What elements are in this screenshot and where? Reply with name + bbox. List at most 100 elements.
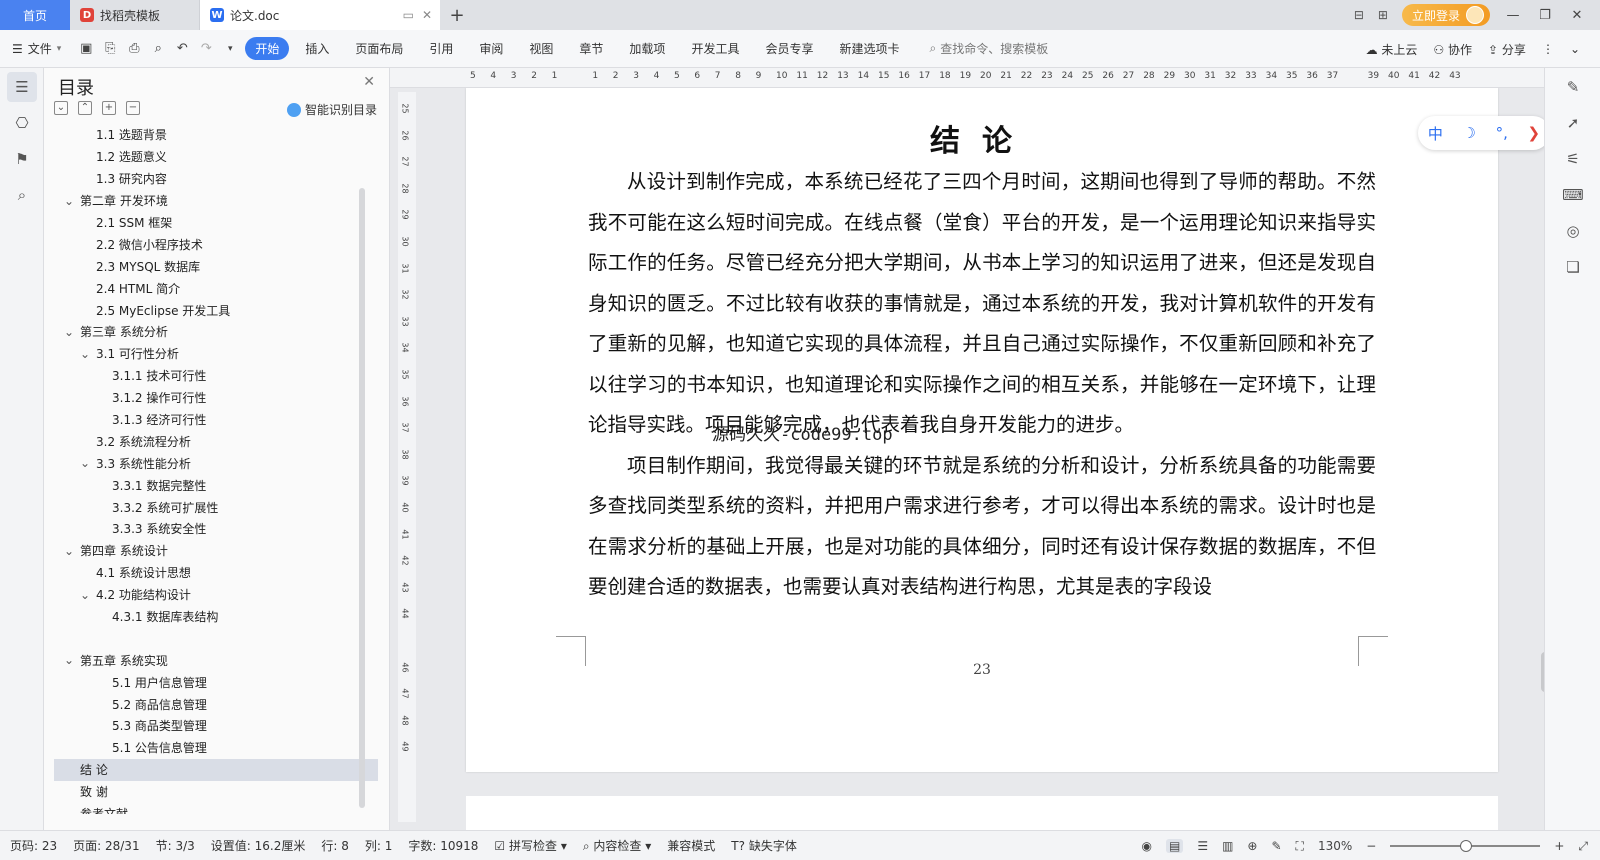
redo-icon[interactable]: ↷	[197, 40, 215, 58]
restore-icon[interactable]: ❐	[1536, 8, 1554, 23]
chevron-down-icon[interactable]: ⌄	[78, 347, 92, 361]
toc-item[interactable]: 3.1.3 经济可行性	[54, 409, 378, 431]
new-tab-button[interactable]: +	[440, 0, 474, 30]
toc-item[interactable]: 2.5 MyEclipse 开发工具	[54, 299, 378, 321]
adjust-icon[interactable]: ⚟	[1561, 150, 1585, 174]
smart-toc-button[interactable]: 智能识别目录	[286, 101, 377, 118]
toc-item[interactable]: 4.1 系统设计思想	[54, 562, 378, 584]
toc-item[interactable]: ⌄ 3.1 可行性分析	[54, 343, 378, 365]
tab-close-icon[interactable]: ✕	[422, 8, 432, 22]
zoom-in-icon[interactable]: +	[1554, 839, 1564, 853]
missing-font-button[interactable]: T? 缺失字体	[731, 837, 797, 854]
document-page[interactable]: 结论 从设计到制作完成，本系统已经花了三四个月时间，这期间也得到了导师的帮助。不…	[466, 88, 1498, 772]
collapse-ribbon-icon[interactable]: ⌄	[1570, 42, 1580, 56]
toc-item[interactable]: ⌄ 4.2 功能结构设计	[54, 584, 378, 606]
print-icon[interactable]: ⎙	[125, 40, 143, 58]
toc-item[interactable]: 4.3.1 数据库表结构	[54, 606, 378, 628]
content-check-button[interactable]: ⌕ 内容检查 ▾	[583, 837, 651, 854]
layout-icon[interactable]: ⊟	[1354, 8, 1364, 22]
document-body[interactable]: 从设计到制作完成，本系统已经花了三四个月时间，这期间也得到了导师的帮助。不然我不…	[588, 162, 1376, 608]
ime-toolbar[interactable]: 中 ☽ °, ❯	[1418, 116, 1550, 150]
zoom-level[interactable]: 130%	[1318, 839, 1352, 853]
toc-item[interactable]: 2.1 SSM 框架	[54, 212, 378, 234]
select-icon[interactable]: ➚	[1561, 114, 1585, 138]
chevron-down-icon[interactable]: ⌄	[78, 456, 92, 470]
toc-panel-icon[interactable]: ☰	[7, 72, 37, 102]
tab-new-tab[interactable]: 新建选项卡	[829, 37, 909, 60]
horizontal-ruler[interactable]: 5 4 3 2 1 1 2 3 4 5 6 7 8 9 10 11 12 13 14 15 16 17 18 19 20 21 22…	[390, 68, 1544, 88]
file-menu[interactable]: ☰ 文件 ▾	[12, 40, 61, 57]
expand-all-icon[interactable]: ⌄	[54, 101, 68, 115]
toc-item[interactable]: 5.1 公告信息管理	[54, 737, 378, 759]
chevron-down-icon[interactable]: ⌄	[62, 325, 76, 339]
chevron-down-icon[interactable]: ⌄	[78, 588, 92, 602]
export-pdf-icon[interactable]: ⎘	[101, 40, 119, 58]
more-icon[interactable]: ⋮	[1542, 42, 1554, 56]
toc-item[interactable]: 3.3.1 数据完整性	[54, 474, 378, 496]
window-close-icon[interactable]: ✕	[1568, 8, 1586, 23]
toc-item[interactable]: 参考文献	[54, 803, 378, 814]
toc-item[interactable]: 3.3.2 系统可扩展性	[54, 496, 378, 518]
toc-item[interactable]: 5.1 用户信息管理	[54, 671, 378, 693]
tab-home[interactable]: 首页	[0, 0, 70, 30]
fullscreen-icon[interactable]: ⤢	[1578, 839, 1588, 854]
toc-item[interactable]: 1.2 选题意义	[54, 146, 378, 168]
tab-insert[interactable]: 插入	[295, 37, 339, 60]
customize-toolbar-icon[interactable]: ▾	[221, 40, 239, 58]
eye-protect-icon[interactable]: ◉	[1141, 839, 1151, 853]
zoom-knob[interactable]	[1460, 840, 1473, 852]
bookmark-icon[interactable]: ⚑	[7, 144, 37, 174]
tab-references[interactable]: 引用	[419, 37, 463, 60]
chevron-down-icon[interactable]: ⌄	[62, 653, 76, 667]
find-icon[interactable]: ⌕	[7, 180, 37, 210]
tab-member[interactable]: 会员专享	[755, 37, 823, 60]
save-icon[interactable]: ▣	[77, 40, 95, 58]
tab-page-layout[interactable]: 页面布局	[345, 37, 413, 60]
toc-item[interactable]: 1.1 选题背景	[54, 124, 378, 146]
status-words[interactable]: 字数: 10918	[408, 837, 478, 854]
zoom-slider[interactable]	[1390, 840, 1541, 852]
spell-check-button[interactable]: ☑ 拼写检查 ▾	[494, 837, 566, 854]
status-page-code[interactable]: 页码: 23	[10, 837, 57, 854]
share-button[interactable]: ⇪ 分享	[1488, 41, 1526, 58]
write-view-icon[interactable]: ✎	[1271, 839, 1281, 853]
vertical-ruler[interactable]: 25 26 27 28 29 30 31 32 33 34 35 36 37 38 39 40 41 42 43 44…	[398, 92, 416, 822]
page-view-icon[interactable]: ▤	[1165, 839, 1184, 853]
login-button[interactable]: 立即登录	[1401, 4, 1490, 26]
pen-icon[interactable]: ✎	[1561, 78, 1585, 102]
toc-item[interactable]: 5.2 商品信息管理	[54, 693, 378, 715]
close-icon[interactable]: ✕	[363, 74, 375, 90]
command-search[interactable]: ⌕ 查找命令、搜索模板	[929, 40, 1048, 57]
tab-developer[interactable]: 开发工具	[681, 37, 749, 60]
tab-view[interactable]: 视图	[519, 37, 563, 60]
toc-item[interactable]: 3.1.2 操作可行性	[54, 387, 378, 409]
minimize-icon[interactable]: —	[1504, 8, 1522, 23]
toc-item[interactable]: 5.3 商品类型管理	[54, 715, 378, 737]
moon-icon[interactable]: ☽	[1463, 124, 1476, 142]
toc-item[interactable]: 2.4 HTML 简介	[54, 277, 378, 299]
web-view-icon[interactable]: ⊕	[1247, 839, 1257, 853]
toc-item[interactable]: 致 谢	[54, 781, 378, 803]
tab-document[interactable]: W 论文.doc ▭ ✕	[200, 0, 440, 30]
zoom-out-icon[interactable]: −	[1366, 839, 1376, 853]
tab-addins[interactable]: 加载项	[619, 37, 675, 60]
remove-level-icon[interactable]: −	[126, 101, 140, 115]
punctuation-icon[interactable]: °,	[1496, 124, 1508, 142]
collab-button[interactable]: ⚇ 协作	[1433, 41, 1472, 58]
print-preview-icon[interactable]: ⌕	[149, 40, 167, 58]
location-icon[interactable]: ◎	[1561, 222, 1585, 246]
toc-item[interactable]: 3.3.3 系统安全性	[54, 518, 378, 540]
toc-item[interactable]: ⌄ 第二章 开发环境	[54, 190, 378, 212]
toc-scrollbar[interactable]	[359, 188, 365, 808]
status-page[interactable]: 页面: 28/31	[73, 837, 139, 854]
add-level-icon[interactable]: +	[102, 101, 116, 115]
tab-chapter[interactable]: 章节	[569, 37, 613, 60]
toc-item[interactable]: 2.3 MYSQL 数据库	[54, 255, 378, 277]
toc-item[interactable]: 3.2 系统流程分析	[54, 430, 378, 452]
tab-start[interactable]: 开始	[245, 37, 290, 60]
fit-page-icon[interactable]: ⛶	[1296, 839, 1304, 854]
read-view-icon[interactable]: ▥	[1222, 839, 1233, 853]
undo-icon[interactable]: ↶	[173, 40, 191, 58]
toc-item[interactable]: ⌄ 3.3 系统性能分析	[54, 452, 378, 474]
toc-item[interactable]: ⌄ 第四章 系统设计	[54, 540, 378, 562]
